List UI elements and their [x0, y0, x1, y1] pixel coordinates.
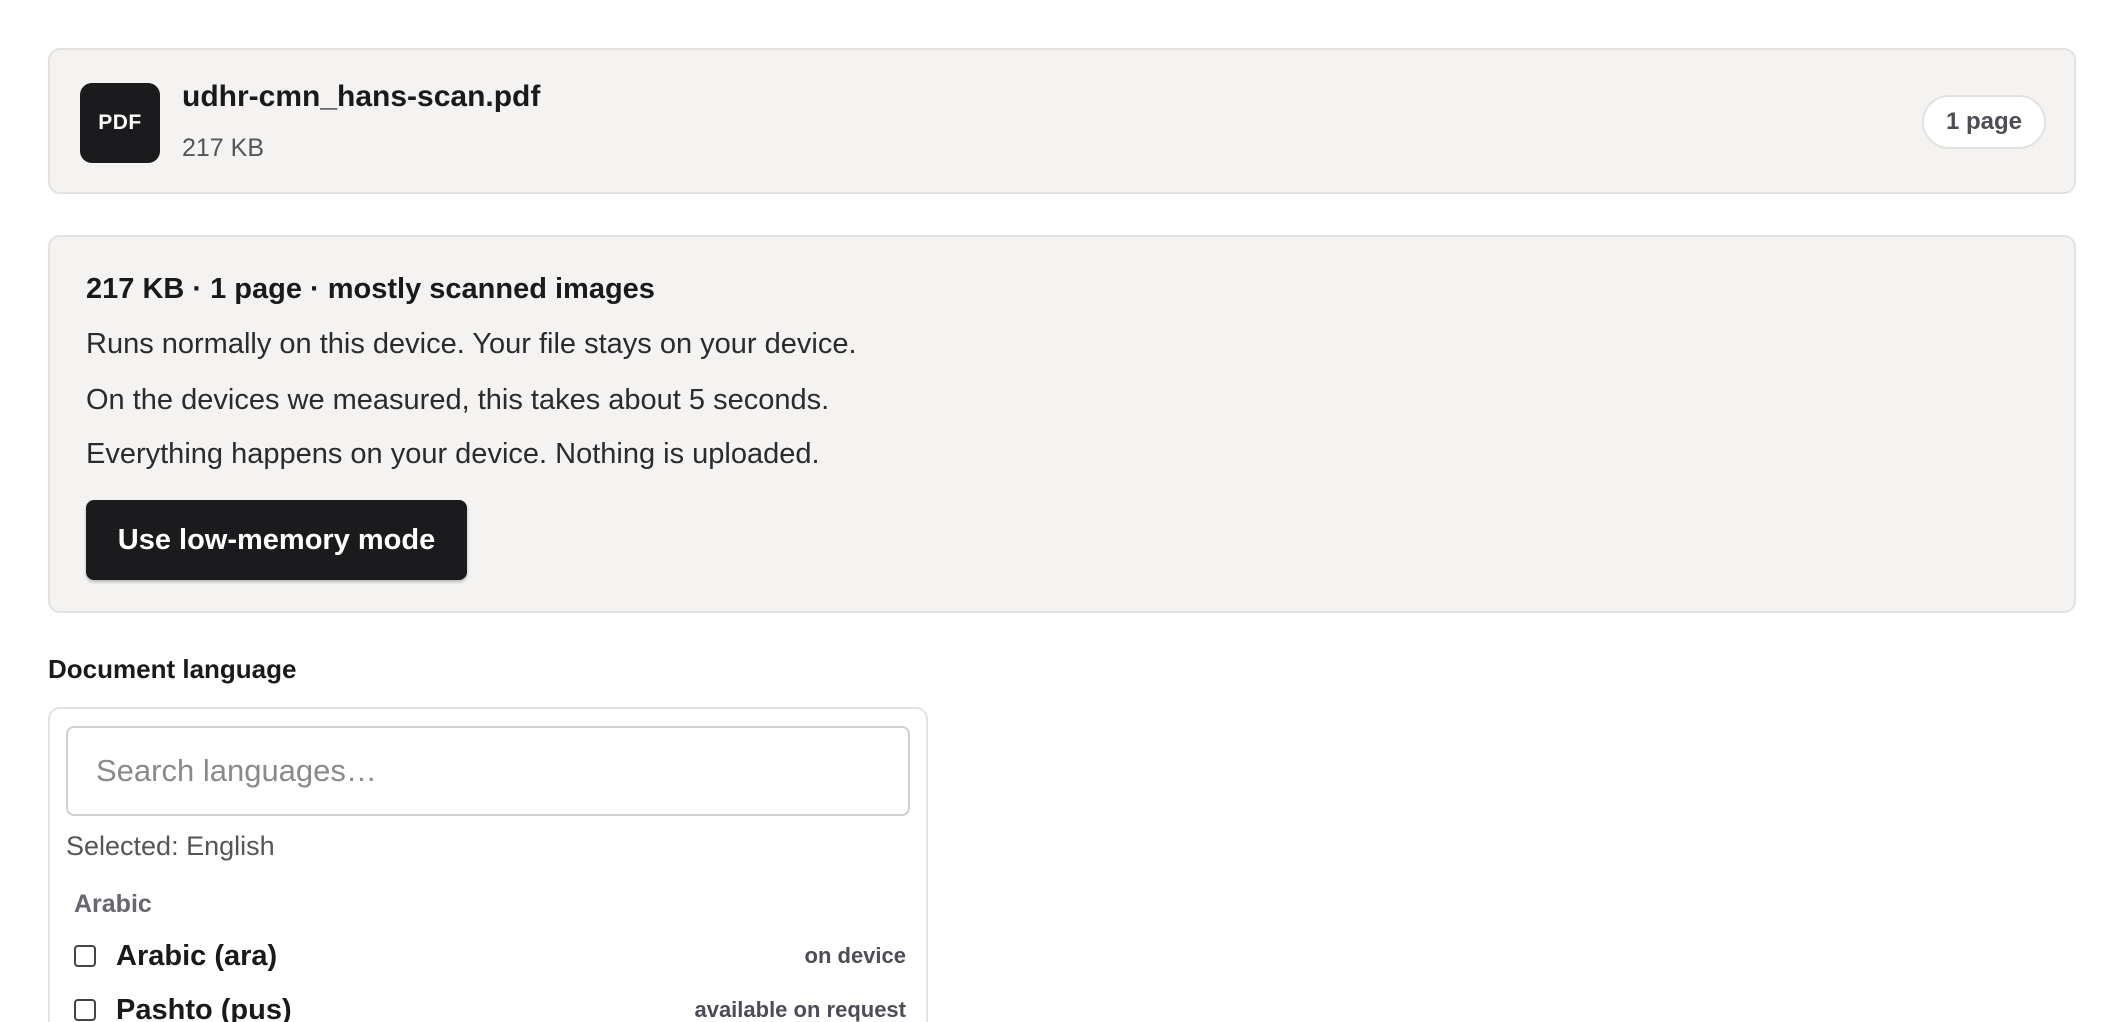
file-name: udhr-cmn_hans-scan.pdf — [182, 80, 541, 113]
privacy-note: Everything happens on your device. Nothi… — [86, 438, 820, 470]
language-option-label: Pashto (pus) — [116, 994, 292, 1022]
language-option-pashto[interactable]: Pashto (pus) available on request — [74, 990, 906, 1022]
low-memory-mode-button[interactable]: Use low-memory mode — [86, 500, 467, 580]
language-picker: Selected: English Arabic Arabic (ara) on… — [48, 707, 928, 1022]
page-count-badge: 1 page — [1921, 95, 2046, 149]
selected-language: Selected: English — [66, 831, 275, 861]
language-checkbox[interactable] — [74, 945, 96, 967]
language-availability-status: on device — [804, 943, 906, 968]
file-summary: 217 KB · 1 page · mostly scanned images — [86, 273, 655, 305]
document-language-label: Document language — [48, 654, 297, 684]
language-option-label: Arabic (ara) — [116, 940, 278, 972]
language-search-input[interactable] — [66, 726, 910, 816]
page: PDF udhr-cmn_hans-scan.pdf 217 KB 1 page… — [0, 0, 2124, 1022]
language-group-label: Arabic — [74, 890, 152, 918]
language-availability-status: available on request — [694, 997, 906, 1022]
pdf-file-icon: PDF — [80, 83, 160, 163]
language-option-arabic[interactable]: Arabic (ara) on device — [74, 936, 906, 980]
processing-info-card: 217 KB · 1 page · mostly scanned images … — [48, 235, 2076, 613]
device-runs-note: Runs normally on this device. Your file … — [86, 328, 857, 360]
time-estimate-note: On the devices we measured, this takes a… — [86, 384, 830, 416]
language-checkbox[interactable] — [74, 999, 96, 1021]
file-card: PDF udhr-cmn_hans-scan.pdf 217 KB 1 page — [48, 48, 2076, 194]
file-size: 217 KB — [182, 134, 265, 162]
